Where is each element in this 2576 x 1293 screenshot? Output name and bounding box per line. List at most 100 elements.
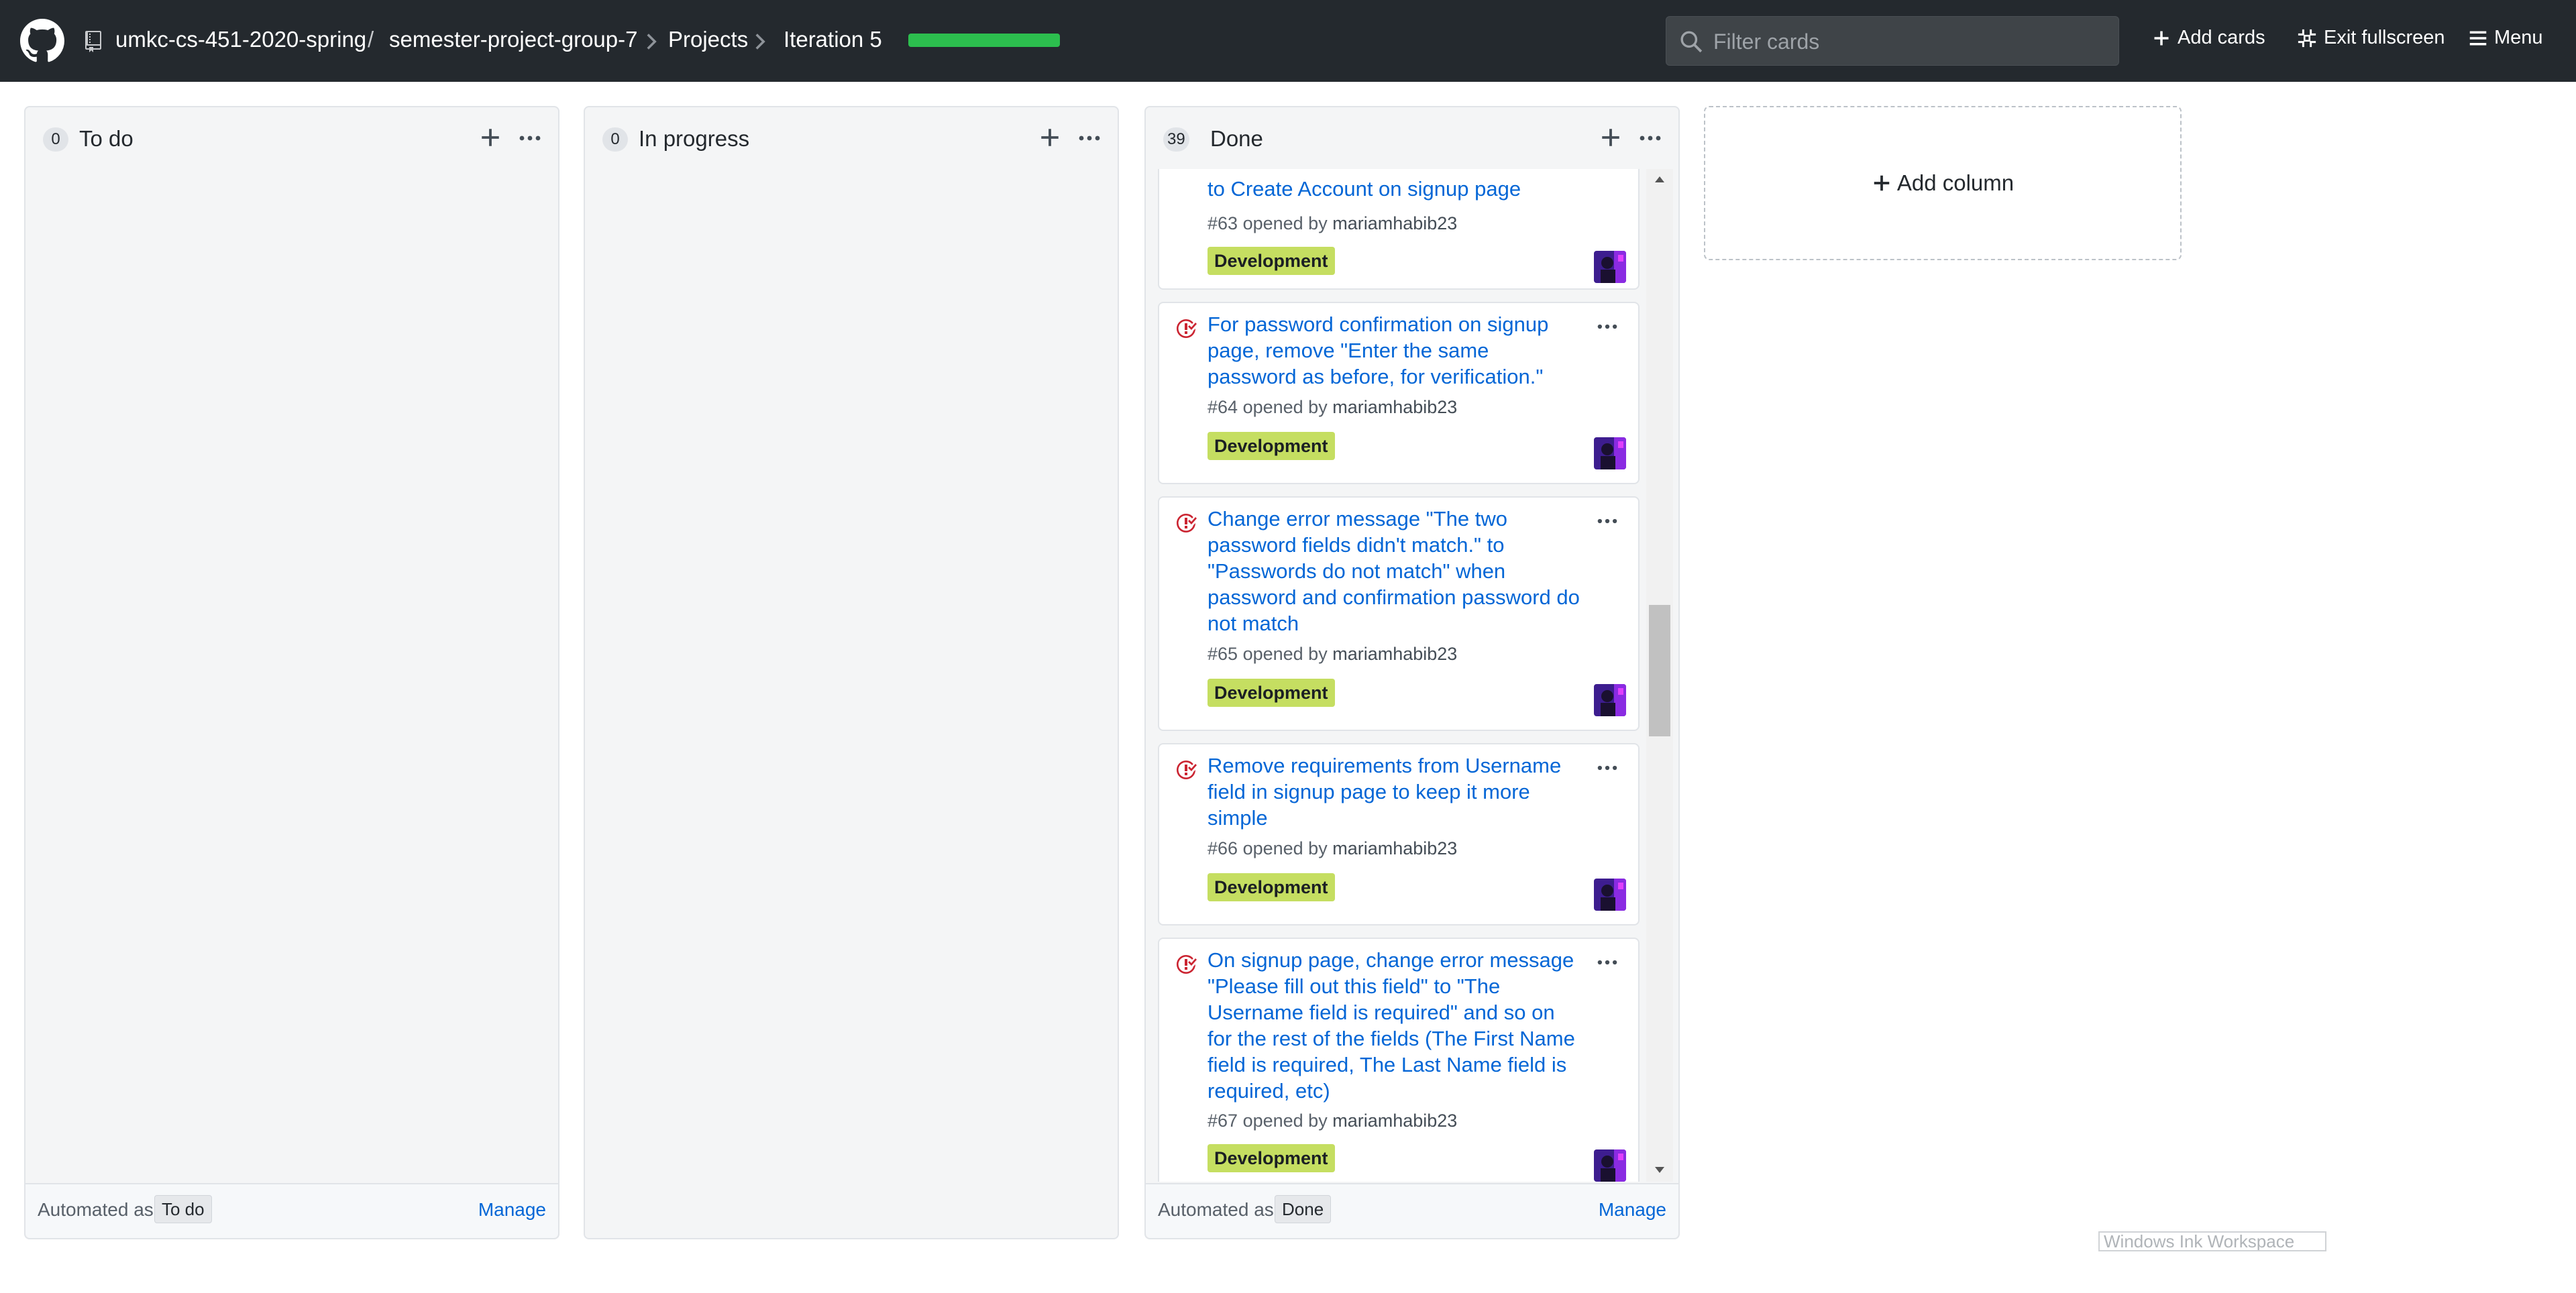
add-cards-button[interactable]: Add cards bbox=[2152, 27, 2265, 49]
avatar[interactable] bbox=[1594, 437, 1626, 469]
add-cards-label: Add cards bbox=[2178, 27, 2265, 48]
issue-card[interactable]: to Create Account on signup page #63 ope… bbox=[1158, 169, 1640, 290]
column-menu-kebab-icon[interactable] bbox=[1077, 129, 1102, 148]
column-to-do: 0 To do Automated as To do Manage bbox=[24, 106, 559, 1239]
issue-author[interactable]: mariamhabib23 bbox=[1332, 213, 1457, 233]
avatar[interactable] bbox=[1594, 251, 1626, 283]
project-header: umkc-cs-451-2020-spring / semester-proje… bbox=[0, 0, 2576, 82]
fullscreen-exit-icon bbox=[2298, 29, 2316, 47]
filter-cards-field[interactable] bbox=[1666, 16, 2119, 66]
repo-icon bbox=[85, 31, 101, 52]
manage-automation-link[interactable]: Manage bbox=[1599, 1199, 1666, 1221]
avatar[interactable] bbox=[1594, 879, 1626, 911]
chevron-right-icon bbox=[647, 34, 657, 50]
column-card-count: 0 bbox=[602, 127, 628, 152]
add-card-plus-icon[interactable] bbox=[1599, 126, 1622, 149]
card-menu-kebab-icon[interactable] bbox=[1595, 759, 1619, 777]
issue-meta: #65 opened by mariamhabib23 bbox=[1208, 644, 1457, 665]
issue-title-link[interactable]: Change error message "The two password f… bbox=[1208, 506, 1583, 636]
exit-fullscreen-label: Exit fullscreen bbox=[2324, 27, 2445, 48]
breadcrumb-project-name[interactable]: Iteration 5 bbox=[784, 27, 882, 52]
search-icon bbox=[1680, 31, 1703, 53]
opened-by-text: opened by bbox=[1242, 1111, 1328, 1131]
breadcrumb-org-link[interactable]: umkc-cs-451-2020-spring bbox=[115, 27, 366, 52]
issue-author[interactable]: mariamhabib23 bbox=[1332, 644, 1457, 664]
add-card-plus-icon[interactable] bbox=[479, 126, 502, 149]
add-column-label: Add column bbox=[1896, 170, 2015, 195]
github-logo-icon[interactable] bbox=[20, 19, 64, 63]
issue-author[interactable]: mariamhabib23 bbox=[1332, 838, 1457, 858]
issue-title-link[interactable]: to Create Account on signup page bbox=[1208, 176, 1583, 202]
issue-meta: #66 opened by mariamhabib23 bbox=[1208, 838, 1457, 859]
issue-title-link[interactable]: For password confirmation on signup page… bbox=[1208, 311, 1583, 390]
issue-author[interactable]: mariamhabib23 bbox=[1332, 1111, 1457, 1131]
card-menu-kebab-icon[interactable] bbox=[1595, 512, 1619, 530]
menu-button[interactable]: Menu bbox=[2469, 27, 2543, 49]
issue-number: #65 bbox=[1208, 644, 1238, 664]
column-header: 0 In progress bbox=[585, 107, 1118, 169]
issue-closed-icon bbox=[1177, 761, 1197, 779]
issue-closed-icon bbox=[1177, 319, 1197, 338]
plus-icon bbox=[1874, 175, 1890, 191]
automation-text: Automated as bbox=[38, 1199, 154, 1220]
manage-automation-link[interactable]: Manage bbox=[478, 1199, 546, 1221]
column-footer: Automated as To do Manage bbox=[25, 1183, 558, 1238]
issue-closed-icon bbox=[1177, 955, 1197, 974]
issue-card[interactable]: On signup page, change error message "Pl… bbox=[1158, 938, 1640, 1182]
column-menu-kebab-icon[interactable] bbox=[518, 129, 542, 148]
column-card-count: 0 bbox=[43, 127, 68, 152]
issue-meta: #63 opened by mariamhabib23 bbox=[1208, 213, 1457, 234]
label-development[interactable]: Development bbox=[1208, 679, 1335, 707]
issue-card[interactable]: Remove requirements from Username field … bbox=[1158, 743, 1640, 925]
column-title: To do bbox=[79, 126, 133, 151]
avatar[interactable] bbox=[1594, 1149, 1626, 1182]
column-footer: Automated as Done Manage bbox=[1146, 1183, 1678, 1238]
breadcrumb-projects-link[interactable]: Projects bbox=[668, 27, 748, 52]
breadcrumb-repo-link[interactable]: semester-project-group-7 bbox=[389, 27, 637, 52]
column-title: Done bbox=[1210, 126, 1263, 151]
issue-title-link[interactable]: On signup page, change error message "Pl… bbox=[1208, 947, 1583, 1104]
opened-by-text: opened by bbox=[1242, 644, 1328, 664]
column-in-progress: 0 In progress bbox=[584, 106, 1119, 1239]
column-card-count: 39 bbox=[1163, 127, 1189, 152]
avatar[interactable] bbox=[1594, 684, 1626, 716]
add-card-plus-icon[interactable] bbox=[1038, 126, 1061, 149]
issue-closed-icon bbox=[1177, 513, 1197, 532]
filter-cards-input[interactable] bbox=[1712, 25, 2104, 58]
card-menu-kebab-icon[interactable] bbox=[1595, 318, 1619, 335]
issue-number: #67 bbox=[1208, 1111, 1238, 1131]
column-title: In progress bbox=[639, 126, 750, 151]
add-column-button[interactable]: Add column bbox=[1704, 106, 2182, 260]
hamburger-icon bbox=[2469, 31, 2487, 45]
opened-by-text: opened by bbox=[1242, 397, 1328, 417]
opened-by-text: opened by bbox=[1242, 838, 1328, 858]
exit-fullscreen-button[interactable]: Exit fullscreen bbox=[2297, 27, 2445, 49]
issue-number: #64 bbox=[1208, 397, 1238, 417]
column-header: 0 To do bbox=[25, 107, 558, 169]
label-development[interactable]: Development bbox=[1208, 432, 1335, 460]
card-menu-kebab-icon[interactable] bbox=[1595, 954, 1619, 971]
label-development[interactable]: Development bbox=[1208, 873, 1335, 901]
menu-label: Menu bbox=[2494, 27, 2543, 48]
column-header: 39 Done bbox=[1146, 107, 1678, 169]
issue-card[interactable]: For password confirmation on signup page… bbox=[1158, 302, 1640, 484]
chevron-right-icon bbox=[755, 34, 765, 50]
issue-author[interactable]: mariamhabib23 bbox=[1332, 397, 1457, 417]
issue-number: #66 bbox=[1208, 838, 1238, 858]
project-progress-bar bbox=[908, 34, 1060, 47]
card-list: to Create Account on signup page #63 ope… bbox=[1158, 169, 1640, 1293]
breadcrumb-separator: / bbox=[368, 27, 374, 52]
issue-title-link[interactable]: Remove requirements from Username field … bbox=[1208, 752, 1583, 831]
issue-card[interactable]: Change error message "The two password f… bbox=[1158, 496, 1640, 731]
automation-text: Automated as bbox=[1158, 1199, 1274, 1220]
automation-badge: To do bbox=[154, 1195, 212, 1223]
plus-icon bbox=[2154, 31, 2169, 45]
issue-meta: #67 opened by mariamhabib23 bbox=[1208, 1111, 1457, 1131]
issue-meta: #64 opened by mariamhabib23 bbox=[1208, 397, 1457, 418]
label-development[interactable]: Development bbox=[1208, 247, 1335, 275]
column-menu-kebab-icon[interactable] bbox=[1638, 129, 1662, 148]
issue-number: #63 bbox=[1208, 213, 1238, 233]
automation-badge: Done bbox=[1275, 1195, 1332, 1223]
label-development[interactable]: Development bbox=[1208, 1144, 1335, 1172]
card-list-scrollbar[interactable] bbox=[1646, 169, 1673, 1182]
